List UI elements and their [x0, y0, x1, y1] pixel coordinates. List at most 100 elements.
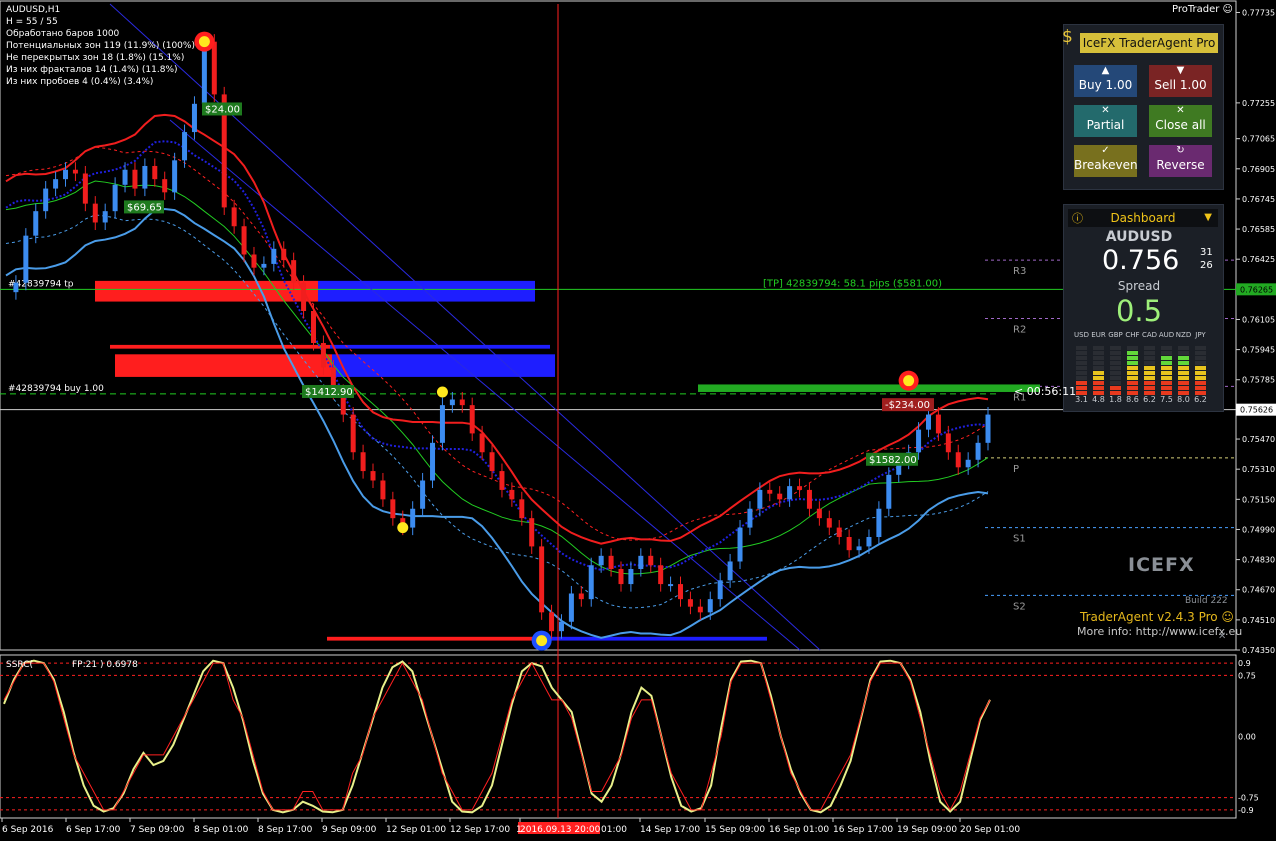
y-tick-label: 0.76905	[1242, 165, 1275, 174]
strength-bar-segment	[1178, 376, 1189, 380]
strength-value: 8.0	[1177, 395, 1190, 404]
candle-body	[737, 527, 743, 562]
partial-close-button[interactable]: ✕ Partial	[1074, 105, 1137, 137]
candle-body	[370, 471, 376, 481]
candle-body	[459, 399, 465, 406]
strength-bar-segment	[1110, 361, 1121, 365]
strength-bar-segment	[1110, 346, 1121, 350]
cross-icon: ✕	[1176, 105, 1185, 116]
pivot-label: S1	[1013, 534, 1026, 545]
main-plot-border	[0, 0, 1237, 651]
candle-body	[846, 536, 852, 551]
info-line: Обработано баров 1000	[6, 29, 120, 39]
candle-body	[697, 606, 703, 613]
strength-bar-segment	[1093, 356, 1104, 360]
candle-body	[281, 248, 287, 261]
strength-bar-segment	[1093, 371, 1104, 375]
candle-body	[63, 169, 69, 180]
trader-agent-title[interactable]: IceFX TraderAgent Pro	[1080, 33, 1218, 53]
strength-bar-segment	[1195, 371, 1206, 375]
candle-body	[886, 474, 892, 509]
symbol-title: AUDUSD,H1	[6, 5, 61, 15]
dashboard-header[interactable]: ⓘ Dashboard ▼	[1068, 209, 1218, 227]
price-zone	[95, 280, 318, 302]
info-line: H = 55 / 55	[6, 17, 58, 27]
candle-body	[152, 165, 158, 180]
info-line: Не перекрытых зон 18 (1.8%) (15.1%)	[6, 53, 185, 63]
candle-body	[301, 282, 307, 311]
candle-body	[539, 546, 545, 613]
currency-label: EUR	[1091, 331, 1106, 339]
trade-label: -$234.00	[885, 400, 930, 411]
candle-body	[816, 508, 822, 519]
y-tick-label: 0.75470	[1242, 435, 1275, 444]
reverse-button[interactable]: ↻ Reverse	[1149, 145, 1212, 177]
oscillator-line	[3, 659, 991, 814]
close-all-button[interactable]: ✕ Close all	[1149, 105, 1212, 137]
upper-band-red	[5, 113, 989, 545]
osc-tick-label: 0.00	[1238, 733, 1256, 742]
candle-body	[648, 555, 654, 566]
buy-button[interactable]: ▲ Buy 1.00	[1074, 65, 1137, 97]
candle-body	[320, 343, 326, 368]
strength-bar-segment	[1161, 376, 1172, 380]
pivot-label: S2	[1013, 601, 1026, 612]
sell-button[interactable]: ▼ Sell 1.00	[1149, 65, 1212, 97]
oscillator-params: FP:21 ) 0.6978	[72, 660, 138, 670]
candle-body	[678, 584, 684, 600]
strength-bar-segment	[1195, 366, 1206, 370]
x-tick-label: 14 Sep 17:00	[640, 825, 700, 835]
dashboard-pip-top: 31	[1200, 247, 1213, 258]
candle-body	[836, 527, 842, 537]
candle-body	[132, 169, 138, 189]
strength-bar-segment	[1195, 351, 1206, 355]
breakeven-button[interactable]: ✓ Breakeven	[1074, 145, 1138, 177]
strength-bar-segment	[1144, 376, 1155, 380]
strength-bar-segment	[1178, 381, 1189, 385]
strength-bar-segment	[1178, 386, 1189, 390]
x-tick-label: 16 Sep 17:00	[833, 825, 893, 835]
price-zone	[318, 280, 535, 302]
candle-body	[707, 599, 713, 613]
candle-body	[965, 459, 971, 468]
y-tick-label: 0.75150	[1242, 495, 1275, 504]
strength-bar-segment	[1144, 371, 1155, 375]
dashboard-symbol: AUDUSD	[1105, 229, 1173, 245]
strength-bar-segment	[1161, 346, 1172, 350]
fractal-star	[536, 635, 548, 647]
strength-bar-segment	[1144, 386, 1155, 390]
strength-value: 8.6	[1126, 395, 1139, 404]
strength-bar-segment	[1161, 361, 1172, 365]
candle-body	[72, 169, 78, 174]
close-icon[interactable]: ✕	[1218, 631, 1226, 642]
strength-bar-segment	[1076, 381, 1087, 385]
strength-bar-segment	[1127, 371, 1138, 375]
candle-body	[13, 282, 19, 293]
candle-body	[350, 414, 356, 453]
osc-tick-label: 0.9	[1238, 659, 1251, 668]
candle-body	[826, 518, 832, 528]
candle-body	[82, 173, 88, 204]
currency-label: CAD	[1141, 331, 1158, 339]
trade-label: $69.65	[127, 202, 162, 213]
candle-body	[261, 263, 267, 268]
strength-bar-segment	[1110, 366, 1121, 370]
strength-bar-segment	[1127, 376, 1138, 380]
oscillator-name: SSRC(	[6, 660, 33, 670]
candle-body	[588, 565, 594, 600]
candle-body	[767, 489, 773, 494]
candle-body	[162, 179, 168, 193]
candle-body	[608, 555, 614, 570]
fractal-star	[198, 36, 210, 48]
strength-value: 4.8	[1092, 395, 1105, 404]
strength-bar-segment	[1178, 356, 1189, 360]
x-tick-label: 6 Sep 2016	[2, 825, 54, 835]
chevron-down-icon[interactable]: ▼	[1204, 209, 1212, 227]
candle-body	[668, 584, 674, 587]
candle-body	[777, 493, 783, 500]
y-tick-label: 0.76585	[1242, 225, 1275, 234]
candle-body	[420, 480, 426, 509]
candle-body	[985, 414, 991, 443]
candle-body	[390, 499, 396, 519]
bar-countdown: < 00:56:11	[1014, 385, 1077, 398]
